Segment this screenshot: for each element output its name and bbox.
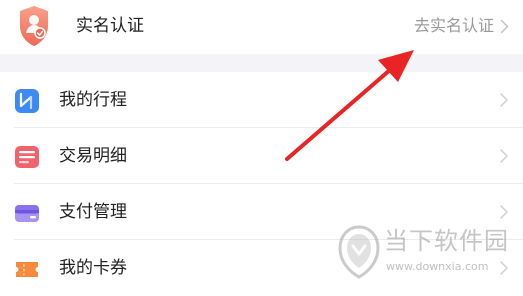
list-icon bbox=[15, 146, 39, 168]
menu-item-label: 我的卡券 bbox=[59, 258, 127, 278]
chevron-right-icon bbox=[500, 261, 508, 275]
menu-item-my-trips[interactable]: 我的行程 bbox=[0, 72, 523, 128]
verification-title: 实名认证 bbox=[76, 16, 144, 36]
section-gap bbox=[0, 54, 523, 72]
chevron-right-icon bbox=[500, 19, 509, 33]
menu-item-payment-management[interactable]: 支付管理 bbox=[0, 184, 523, 240]
chevron-right-icon bbox=[500, 205, 508, 219]
go-verify-label: 去实名认证 bbox=[413, 16, 494, 35]
menu-list: 我的行程 交易明细 支付管理 我的卡券 bbox=[0, 72, 523, 296]
go-verify-link[interactable]: 去实名认证 bbox=[414, 14, 509, 38]
card-icon bbox=[15, 205, 39, 222]
menu-item-transactions[interactable]: 交易明细 bbox=[0, 128, 523, 184]
real-name-verification-row[interactable]: 实名认证 去实名认证 bbox=[0, 0, 523, 54]
route-icon bbox=[15, 89, 39, 113]
ticket-icon bbox=[16, 262, 38, 277]
chevron-right-icon bbox=[500, 149, 508, 163]
menu-item-my-coupons[interactable]: 我的卡券 bbox=[0, 240, 523, 296]
menu-item-label: 我的行程 bbox=[59, 90, 127, 110]
chevron-right-icon bbox=[500, 93, 508, 107]
menu-item-label: 支付管理 bbox=[59, 202, 127, 222]
menu-item-label: 交易明细 bbox=[59, 146, 127, 166]
shield-user-icon bbox=[20, 6, 48, 46]
